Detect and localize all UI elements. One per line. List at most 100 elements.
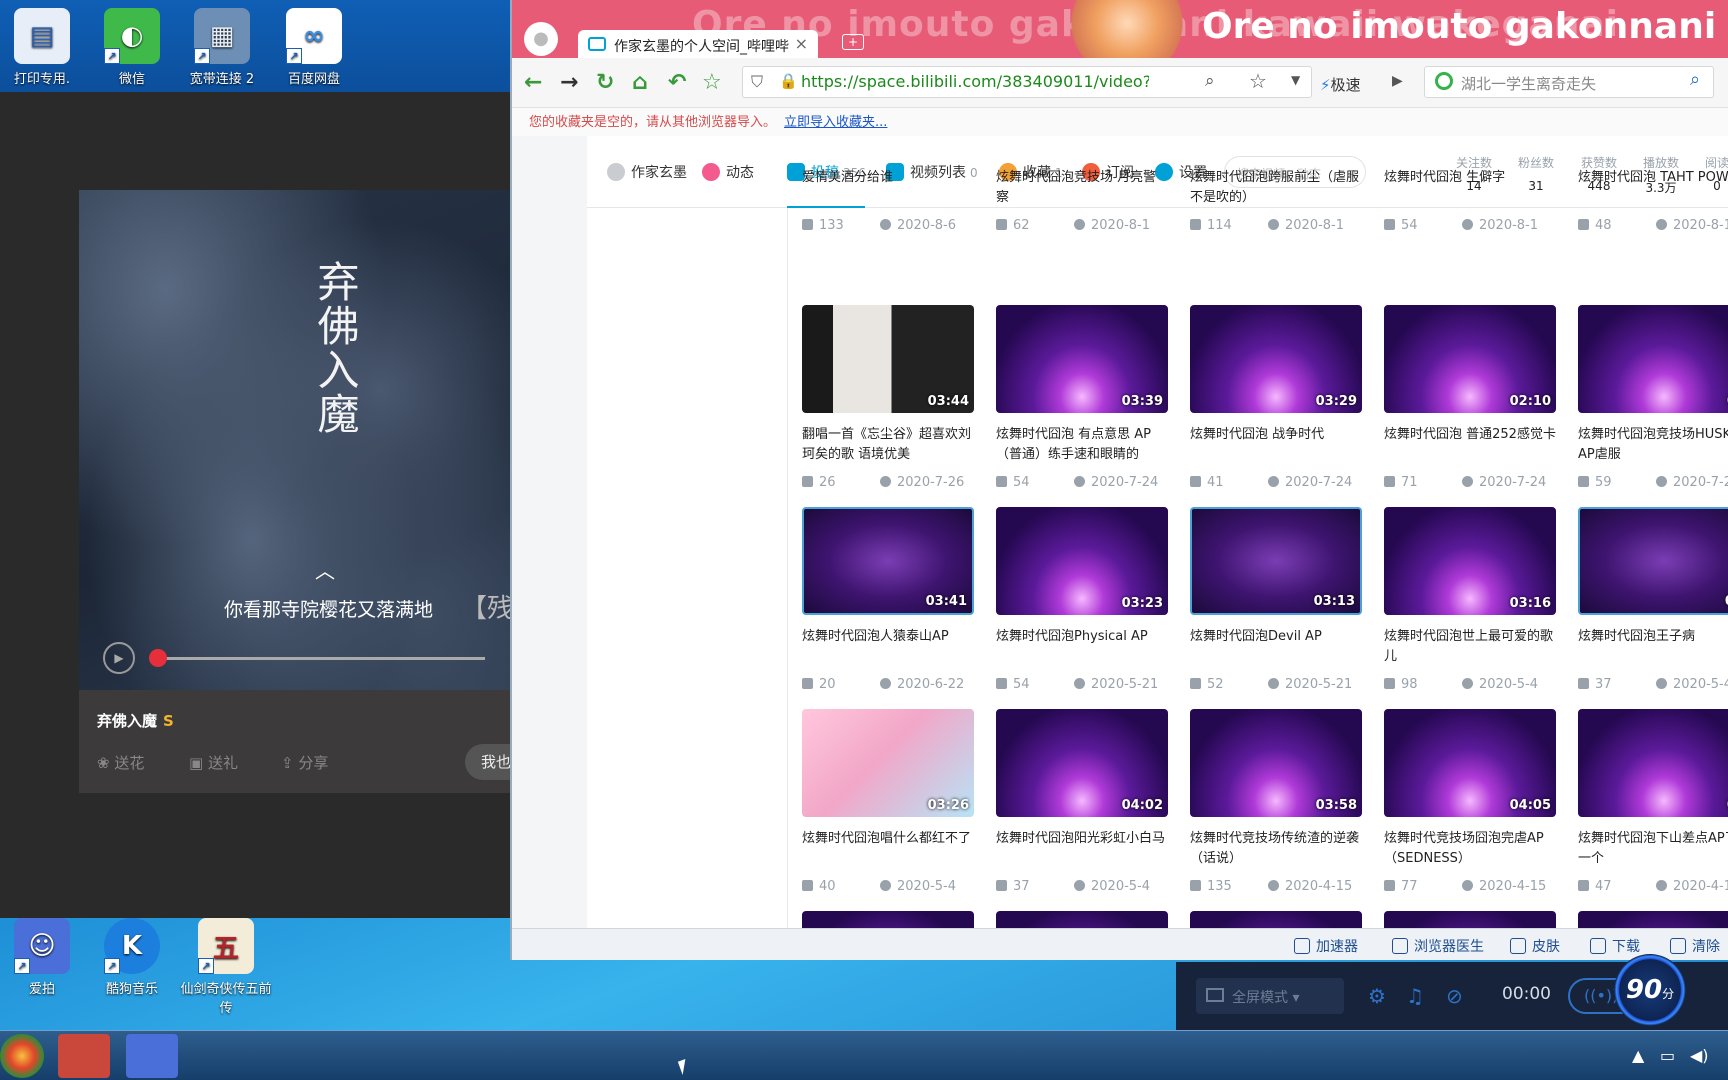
search-query[interactable]: 湖北一学生离奇走失 <box>1461 73 1596 94</box>
speed-mode-button[interactable]: ⚡极速 <box>1320 74 1361 95</box>
video-card[interactable]: 炫舞时代囧泡竞技场 月亮警察 62 2020-8-1 <box>996 136 1168 236</box>
video-title[interactable]: 炫舞时代囧泡Devil AP <box>1190 627 1362 667</box>
tab-active[interactable]: 作家玄墨的个人空间_哔哩哔 × <box>578 30 818 58</box>
network-tray-icon[interactable]: ▭ <box>1660 1046 1675 1065</box>
video-thumbnail[interactable]: 02 <box>1578 709 1728 817</box>
video-thumbnail[interactable] <box>802 911 974 928</box>
video-card[interactable]: 03:16 炫舞时代囧泡世上最可爱的歌儿 98 2020-5-4 <box>1384 507 1556 695</box>
video-card[interactable]: 04:05 炫舞时代竞技场囧泡完虐AP（SEDNESS） 77 2020-4-15 <box>1384 709 1556 897</box>
video-thumbnail[interactable] <box>1384 911 1556 928</box>
skin-button[interactable]: 皮肤 <box>1510 936 1560 956</box>
video-thumbnail[interactable]: 03:39 <box>996 305 1168 413</box>
video-thumbnail[interactable] <box>1190 911 1362 928</box>
start-button[interactable] <box>0 1034 44 1078</box>
video-card[interactable]: 03 炫舞时代囧泡竞技场HUSK AP虐服 59 2020-7-2 <box>1578 305 1728 493</box>
video-card[interactable]: 03:29 炫舞时代囧泡 战争时代 41 2020-7-24 <box>1190 305 1362 493</box>
accelerator-button[interactable]: 加速器 <box>1294 936 1358 956</box>
video-card[interactable]: 炫舞时代囧泡 生僻字 54 2020-8-1 <box>1384 136 1556 236</box>
video-card[interactable] <box>802 911 974 928</box>
shield-icon[interactable]: ⛉ <box>751 72 763 92</box>
video-title[interactable]: 炫舞时代囧泡跨服前尘（虐服不是吹的） <box>1190 168 1362 208</box>
taskbar-browser-icon[interactable] <box>58 1034 110 1078</box>
video-thumbnail[interactable]: 03:41 <box>802 507 974 615</box>
video-card[interactable]: 04:02 炫舞时代囧泡阳光彩虹小白马 37 2020-5-4 <box>996 709 1168 897</box>
browser-doctor-button[interactable]: 浏览器医生 <box>1392 936 1484 956</box>
fullscreen-mode-select[interactable]: 全屏模式 ▾ <box>1196 978 1344 1014</box>
user-avatar-icon[interactable]: ● <box>524 22 558 56</box>
video-card[interactable]: 03:23 炫舞时代囧泡Physical AP 54 2020-5-21 <box>996 507 1168 695</box>
favorite-icon[interactable]: ☆ <box>702 70 722 95</box>
desktop-icon-baidu[interactable]: ∞ ↗ 百度网盘 <box>272 8 356 87</box>
forward-icon[interactable]: → <box>560 70 578 95</box>
settings-icon[interactable]: ⚙ <box>1368 984 1386 1008</box>
progress-track[interactable] <box>157 657 485 660</box>
video-title[interactable]: 炫舞时代囧泡世上最可爱的歌儿 <box>1384 627 1556 667</box>
clear-button[interactable]: 清除 <box>1670 936 1720 956</box>
video-title[interactable]: 炫舞时代囧泡 生僻字 <box>1384 168 1556 208</box>
desktop-icon-wechat[interactable]: ◐ ↗ 微信 <box>90 8 174 87</box>
tray-expand-icon[interactable]: ▲ <box>1632 1046 1644 1065</box>
video-title[interactable]: 炫舞时代囧泡 战争时代 <box>1190 425 1362 465</box>
send-gift-button[interactable]: ▣ 送礼 <box>189 752 238 773</box>
video-card[interactable]: 炫舞时代囧泡跨服前尘（虐服不是吹的） 114 2020-8-1 <box>1190 136 1362 236</box>
play-icon[interactable]: ▶ <box>1392 73 1403 89</box>
desktop-icon-print[interactable]: ▤ 打印专用. <box>0 8 84 87</box>
video-card[interactable]: 爱情美酒分给谁 133 2020-8-6 <box>802 136 974 236</box>
desktop-icon-kugou[interactable]: K ↗ 酷狗音乐 <box>90 918 174 997</box>
video-card[interactable]: 03:41 炫舞时代囧泡人猿泰山AP 20 2020-6-22 <box>802 507 974 695</box>
video-card[interactable]: 03:26 炫舞时代囧泡唱什么都红不了 40 2020-5-4 <box>802 709 974 897</box>
video-title[interactable]: 炫舞时代囧泡阳光彩虹小白马 <box>996 829 1168 869</box>
video-title[interactable]: 炫舞时代竞技场囧泡完虐AP（SEDNESS） <box>1384 829 1556 869</box>
nav-dynamic[interactable]: 动态 <box>702 162 754 182</box>
video-thumbnail[interactable]: 03:23 <box>996 507 1168 615</box>
desktop-icon-game[interactable]: 五 ↗ 仙剑奇侠传五前传 <box>180 918 272 1016</box>
video-thumbnail[interactable]: 03 <box>1578 507 1728 615</box>
address-bar[interactable]: ⛉ 🔒 https://space.bilibili.com/383409011… <box>742 66 1312 98</box>
search-box[interactable]: 湖北一学生离奇走失 ⌕ <box>1424 66 1714 98</box>
video-card[interactable]: 03:44 翻唱一首《忘尘谷》超喜欢刘珂矣的歌 语境优美 26 2020-7-26 <box>802 305 974 493</box>
search-icon[interactable]: ⌕ <box>1681 69 1709 95</box>
video-title[interactable]: 炫舞时代竞技场传统渣的逆袭（话说） <box>1190 829 1362 869</box>
nav-profile[interactable]: 作家玄墨 <box>607 162 687 182</box>
video-title[interactable]: 炫舞时代囧泡 TAHT POW <box>1578 168 1728 208</box>
video-card[interactable] <box>996 911 1168 928</box>
video-title[interactable]: 炫舞时代囧泡唱什么都红不了 <box>802 829 974 869</box>
video-card[interactable]: 03:13 炫舞时代囧泡Devil AP 52 2020-5-21 <box>1190 507 1362 695</box>
video-title[interactable]: 炫舞时代囧泡竞技场 月亮警察 <box>996 168 1168 208</box>
home-icon[interactable]: ⌂ <box>632 70 648 95</box>
video-thumbnail[interactable]: 03 <box>1578 305 1728 413</box>
new-tab-icon[interactable]: + <box>842 34 864 50</box>
camera-off-icon[interactable]: ⊘ <box>1446 984 1463 1008</box>
video-card[interactable] <box>1578 911 1728 928</box>
video-thumbnail[interactable] <box>996 911 1168 928</box>
video-title[interactable]: 炫舞时代囧泡Physical AP <box>996 627 1168 667</box>
video-thumbnail[interactable]: 03:29 <box>1190 305 1362 413</box>
video-card[interactable]: 02:10 炫舞时代囧泡 普通252感觉卡 71 2020-7-24 <box>1384 305 1556 493</box>
video-thumbnail[interactable]: 04:05 <box>1384 709 1556 817</box>
video-thumbnail[interactable]: 03:44 <box>802 305 974 413</box>
video-card[interactable]: 03 炫舞时代囧泡王子病 37 2020-5-4 <box>1578 507 1728 695</box>
zoom-icon[interactable]: ⌕ <box>1205 71 1215 91</box>
video-card[interactable]: 03:58 炫舞时代竞技场传统渣的逆袭（话说） 135 2020-4-15 <box>1190 709 1362 897</box>
video-thumbnail[interactable]: 03:26 <box>802 709 974 817</box>
back-icon[interactable]: ← <box>524 70 542 95</box>
video-thumbnail[interactable] <box>1578 911 1728 928</box>
refresh-icon[interactable]: ↻ <box>596 70 614 95</box>
volume-icon[interactable]: ◀) <box>1690 1046 1709 1065</box>
download-button[interactable]: 下载 <box>1590 936 1640 956</box>
share-button[interactable]: ⇪ 分享 <box>281 752 328 773</box>
taskbar-aipai-icon[interactable] <box>126 1034 178 1078</box>
speaker-icon[interactable]: ♫ <box>1406 984 1424 1008</box>
url-text[interactable]: https://space.bilibili.com/383409011/vid… <box>801 72 1149 91</box>
desktop-icon-aipai[interactable]: ☺ ↗ 爱拍 <box>0 918 84 997</box>
chevron-down-icon[interactable]: ▼ <box>1291 73 1300 87</box>
video-thumbnail[interactable]: 02:10 <box>1384 305 1556 413</box>
desktop-icon-network[interactable]: ▦ ↗ 宽带连接 2 <box>180 8 264 87</box>
video-card[interactable] <box>1384 911 1556 928</box>
video-card[interactable]: 03:39 炫舞时代囧泡 有点意思 AP（普通）练手速和眼睛的 54 2020-7-2… <box>996 305 1168 493</box>
video-title[interactable]: 炫舞时代囧泡竞技场HUSK AP虐服 <box>1578 425 1728 465</box>
send-flower-button[interactable]: ❀ 送花 <box>97 752 144 773</box>
video-thumbnail[interactable]: 04:02 <box>996 709 1168 817</box>
undo-icon[interactable]: ↶ <box>668 70 686 95</box>
import-favorites-link[interactable]: 立即导入收藏夹... <box>784 115 887 130</box>
